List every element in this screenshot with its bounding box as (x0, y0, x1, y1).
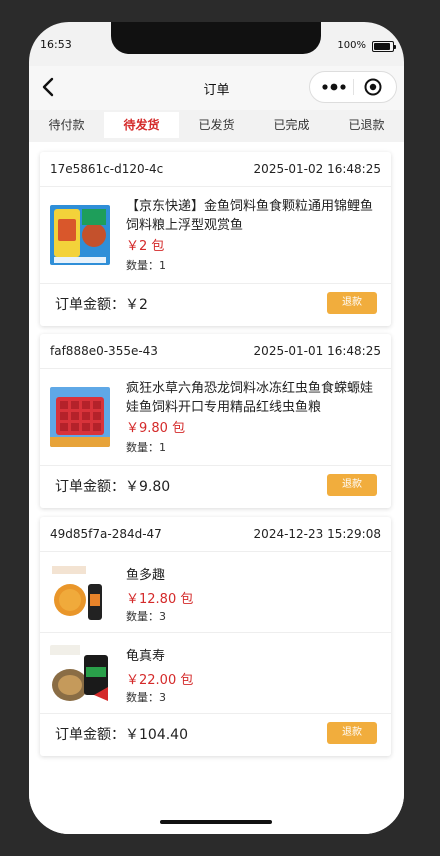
order-footer: 订单金额：￥104.40 退款 (40, 714, 391, 756)
more-icon[interactable] (320, 78, 348, 96)
home-indicator (160, 820, 272, 824)
order-item[interactable]: 疯狂水草六角恐龙饲料冰冻红虫鱼食蝾螈娃娃鱼饲料开口专用精品红线虫鱼粮 ￥9.80… (40, 369, 391, 466)
capsule-divider (353, 79, 354, 95)
battery-percent: 100% (337, 40, 366, 51)
product-title: 【京东快递】金鱼饲料鱼食颗粒通用锦鲤鱼饲料粮上浮型观赏鱼 (126, 199, 374, 233)
order-status-tabs: 待付款 待发货 已发货 已完成 已退款 (29, 110, 404, 142)
product-price: ￥12.80 包 (126, 592, 194, 607)
product-price: ￥9.80 包 (126, 421, 186, 436)
refund-button[interactable]: 退款 (327, 722, 377, 744)
order-header: 17e5861c-d120-4c 2025-01-02 16:48:25 (40, 152, 391, 187)
refund-button[interactable]: 退款 (327, 292, 377, 314)
order-item[interactable]: 龟真寿 ￥22.00 包 数量：3 (40, 633, 391, 714)
order-item[interactable]: 鱼多趣 ￥12.80 包 数量：3 (40, 552, 391, 633)
order-date: 2025-01-01 16:48:25 (253, 344, 381, 358)
product-thumbnail (50, 645, 110, 705)
order-card: 17e5861c-d120-4c 2025-01-02 16:48:25 【京东… (40, 152, 391, 326)
mini-program-capsule (309, 71, 397, 103)
order-id: 49d85f7a-284d-47 (50, 527, 162, 541)
product-quantity: 数量：3 (126, 610, 166, 623)
product-title: 疯狂水草六角恐龙饲料冰冻红虫鱼食蝾螈娃娃鱼饲料开口专用精品红线虫鱼粮 (126, 381, 374, 415)
tab-pending-payment[interactable]: 待付款 (29, 112, 104, 138)
product-price: ￥22.00 包 (126, 673, 194, 688)
tab-refunded[interactable]: 已退款 (329, 112, 404, 138)
order-total: 订单金额：￥2 (55, 297, 148, 313)
product-thumbnail (50, 205, 110, 265)
product-thumbnail (50, 564, 110, 624)
tab-shipped[interactable]: 已发货 (179, 112, 254, 138)
order-footer: 订单金额：￥2 退款 (40, 284, 391, 326)
order-id: faf888e0-355e-43 (50, 344, 158, 358)
order-total: 订单金额：￥9.80 (55, 479, 171, 495)
battery-icon (372, 41, 396, 52)
order-card: faf888e0-355e-43 2025-01-01 16:48:25 疯狂水… (40, 334, 391, 508)
notch (111, 22, 321, 54)
order-id: 17e5861c-d120-4c (50, 162, 164, 176)
tab-completed[interactable]: 已完成 (254, 112, 329, 138)
phone-frame: 16:53 100% 订单 待付款 待发货 已发货 已完成 已退款 17e586… (29, 22, 404, 834)
order-total: 订单金额：￥104.40 (55, 727, 188, 743)
order-footer: 订单金额：￥9.80 退款 (40, 466, 391, 508)
order-card: 49d85f7a-284d-47 2024-12-23 15:29:08 鱼多趣… (40, 517, 391, 756)
close-target-icon[interactable] (363, 77, 383, 97)
nav-bar: 订单 (29, 66, 404, 110)
product-price: ￥2 包 (126, 239, 165, 254)
order-item[interactable]: 【京东快递】金鱼饲料鱼食颗粒通用锦鲤鱼饲料粮上浮型观赏鱼 ￥2 包 数量：1 (40, 187, 391, 284)
refund-button[interactable]: 退款 (327, 474, 377, 496)
product-quantity: 数量：1 (126, 259, 166, 272)
order-date: 2024-12-23 15:29:08 (253, 527, 381, 541)
order-list: 17e5861c-d120-4c 2025-01-02 16:48:25 【京东… (29, 142, 404, 834)
product-thumbnail (50, 387, 110, 447)
tab-pending-shipment[interactable]: 待发货 (104, 112, 179, 138)
product-title: 鱼多趣 (126, 568, 166, 583)
product-quantity: 数量：1 (126, 441, 166, 454)
order-header: 49d85f7a-284d-47 2024-12-23 15:29:08 (40, 517, 391, 552)
product-quantity: 数量：3 (126, 691, 166, 704)
order-date: 2025-01-02 16:48:25 (253, 162, 381, 176)
status-time: 16:53 (40, 38, 72, 51)
product-title: 龟真寿 (126, 649, 166, 664)
order-header: faf888e0-355e-43 2025-01-01 16:48:25 (40, 334, 391, 369)
